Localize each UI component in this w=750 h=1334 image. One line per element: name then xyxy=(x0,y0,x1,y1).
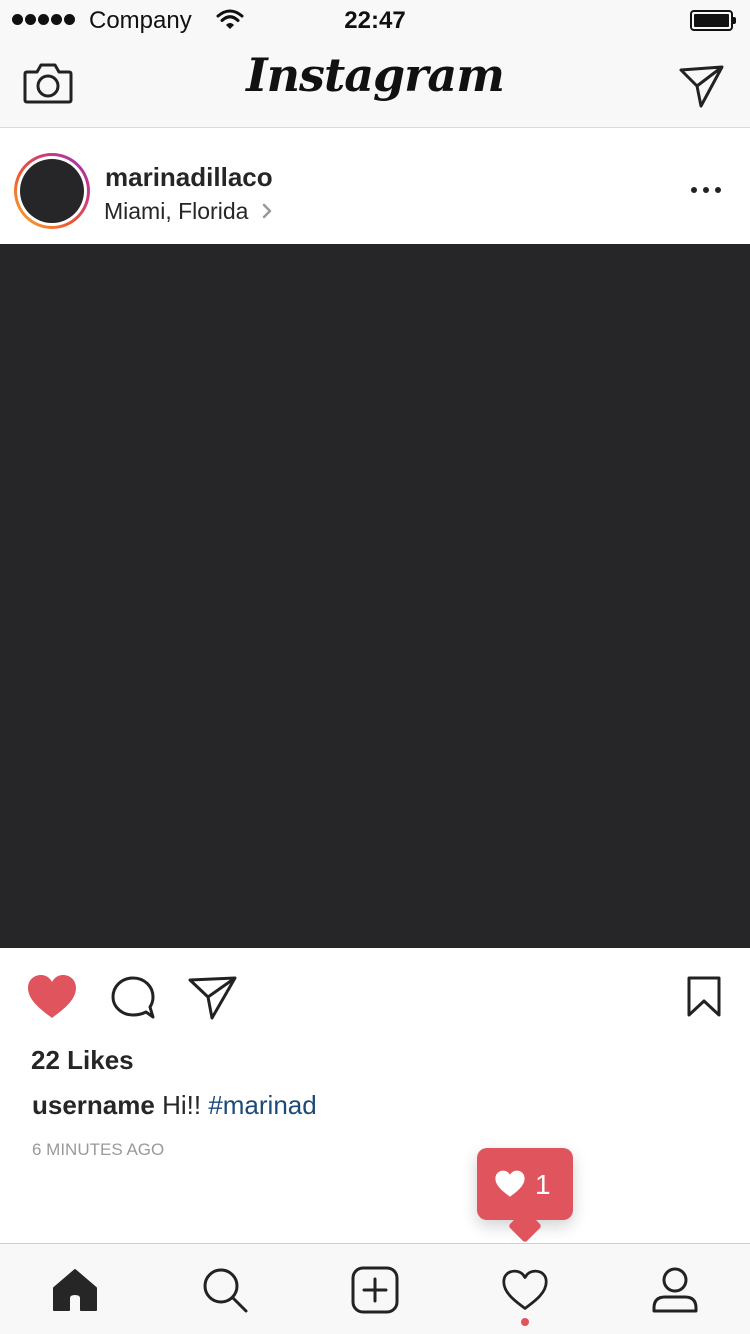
more-options-icon[interactable] xyxy=(690,185,722,195)
add-post-icon[interactable] xyxy=(351,1266,399,1314)
caption-username[interactable]: username xyxy=(32,1090,155,1120)
search-icon[interactable] xyxy=(201,1266,249,1314)
post-header: marinadillaco Miami, Florida xyxy=(0,129,750,244)
post-username[interactable]: marinadillaco xyxy=(105,162,273,193)
profile-icon[interactable] xyxy=(651,1266,699,1314)
bookmark-icon[interactable] xyxy=(686,976,722,1018)
story-ring[interactable] xyxy=(14,153,90,229)
activity-heart-icon[interactable] xyxy=(501,1266,549,1314)
like-heart-filled-icon[interactable] xyxy=(26,974,78,1020)
status-bar: Company 22:47 xyxy=(0,0,750,40)
share-icon[interactable] xyxy=(188,975,238,1021)
top-nav-bar: Instagram xyxy=(0,40,750,128)
notification-count: 1 xyxy=(535,1169,551,1200)
bottom-tab-bar xyxy=(0,1243,750,1334)
post-caption: username Hi!! #marinad xyxy=(32,1090,317,1121)
instagram-logo: Instagram xyxy=(246,48,505,102)
post-image[interactable] xyxy=(0,244,750,948)
activity-notification-bubble[interactable]: 1 xyxy=(477,1148,573,1243)
battery-icon xyxy=(690,10,736,31)
caption-text: Hi!! xyxy=(162,1090,202,1120)
post-actions xyxy=(0,948,750,1044)
home-icon[interactable] xyxy=(51,1266,99,1314)
likes-count[interactable]: 22 Likes xyxy=(31,1045,134,1076)
caption-hashtag[interactable]: #marinad xyxy=(208,1090,316,1120)
status-time: 22:47 xyxy=(344,7,406,34)
post-location[interactable]: Miami, Florida xyxy=(104,198,248,225)
direct-message-icon[interactable] xyxy=(678,62,726,110)
post-timestamp: 6 MINUTES AGO xyxy=(32,1140,165,1159)
chevron-right-icon xyxy=(262,203,272,219)
heart-icon xyxy=(495,1170,525,1197)
avatar[interactable] xyxy=(20,159,84,223)
activity-indicator-dot xyxy=(521,1318,529,1326)
comment-icon[interactable] xyxy=(109,974,157,1020)
